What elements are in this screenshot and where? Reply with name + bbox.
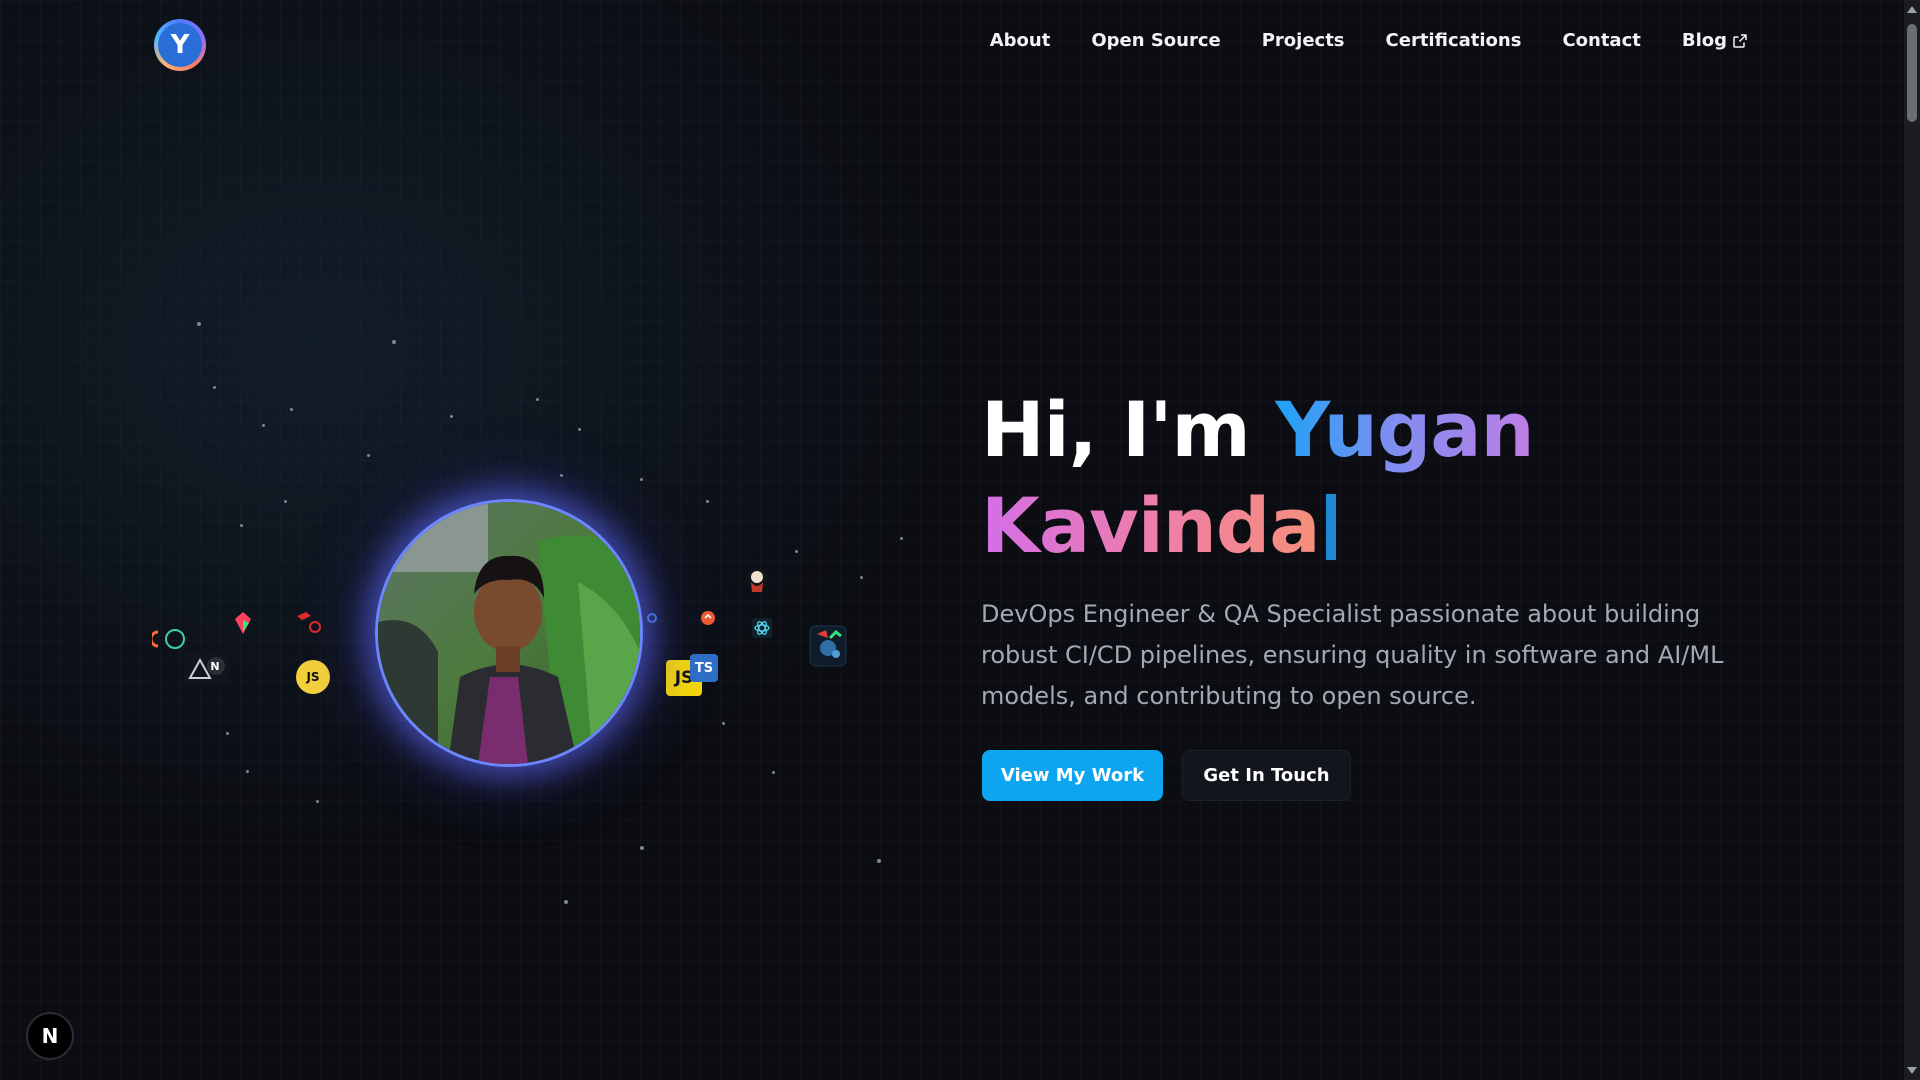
git-icon [700,610,716,626]
star-dot [578,428,581,431]
star-dot [246,770,249,773]
last-name: Kavinda [981,481,1321,570]
star-dot [197,322,201,326]
star-dot [262,424,265,427]
star-dot [640,846,644,850]
dot-node-icon [646,612,658,624]
scroll-up-icon[interactable] [1907,6,1917,13]
nav-contact-label: Contact [1562,30,1641,51]
greeting-text: Hi, I'm [981,385,1251,474]
hero-description: DevOps Engineer & QA Specialist passiona… [981,600,1724,710]
nav-about-label: About [989,30,1051,51]
nav-contact[interactable]: Contact [1562,30,1640,51]
star-dot [536,398,539,401]
nav-projects-label: Projects [1261,30,1345,51]
star-dot [316,800,319,803]
star-dot [284,500,287,503]
star-dot [706,500,709,503]
hero-heading: Hi, I'm Yugan Kavinda [981,382,1535,574]
star-dot [392,340,396,344]
orbit-ring-icon [152,626,188,652]
star-dot [290,408,293,411]
get-in-touch-button[interactable]: Get In Touch [1182,750,1351,801]
star-dot [722,722,725,725]
star-dot [877,859,881,863]
logo-letter: Y [158,23,202,67]
logo[interactable]: Y [154,19,206,71]
star-dot [226,732,229,735]
star-dot [640,478,643,481]
typing-cursor [1325,494,1336,560]
star-dot [450,415,453,418]
star-dot [772,771,775,774]
star-dot [860,576,863,579]
star-dot [213,386,216,389]
k8s-robot-icon [808,624,848,668]
main-nav: About Open Source Projects Certification… [990,30,1747,51]
external-link-icon [1733,33,1747,48]
nav-about[interactable]: About [990,30,1051,51]
react-icon [752,618,772,638]
view-my-work-button[interactable]: View My Work [982,750,1163,801]
ruby-gem-icon [234,612,252,634]
node-badge: N [210,659,220,673]
star-dot [564,900,568,904]
scrollbar-thumb[interactable] [1907,24,1917,122]
redis-icon [294,612,322,634]
nav-projects[interactable]: Projects [1262,30,1345,51]
star-dot [560,474,563,477]
nav-blog-label: Blog [1681,30,1727,51]
first-name: Yugan [1275,385,1534,474]
nav-open-source-label: Open Source [1091,30,1221,51]
star-dot [240,524,243,527]
nav-blog[interactable]: Blog [1682,30,1747,51]
profile-avatar [375,499,643,767]
nextjs-dev-badge[interactable]: N [26,1012,74,1060]
nodejs-badge: JS [296,660,330,694]
star-dot [795,550,798,553]
typescript-badge: TS [690,654,718,682]
star-dot [367,454,370,457]
star-dot [900,537,903,540]
scrollbar[interactable] [1904,0,1920,1080]
nav-certifications[interactable]: Certifications [1386,30,1522,51]
nav-certifications-label: Certifications [1385,30,1522,51]
page: Y About Open Source Projects Certificati… [0,0,1920,1080]
scroll-down-icon[interactable] [1907,1067,1917,1074]
nav-open-source[interactable]: Open Source [1091,30,1220,51]
jenkins-icon [744,566,770,598]
